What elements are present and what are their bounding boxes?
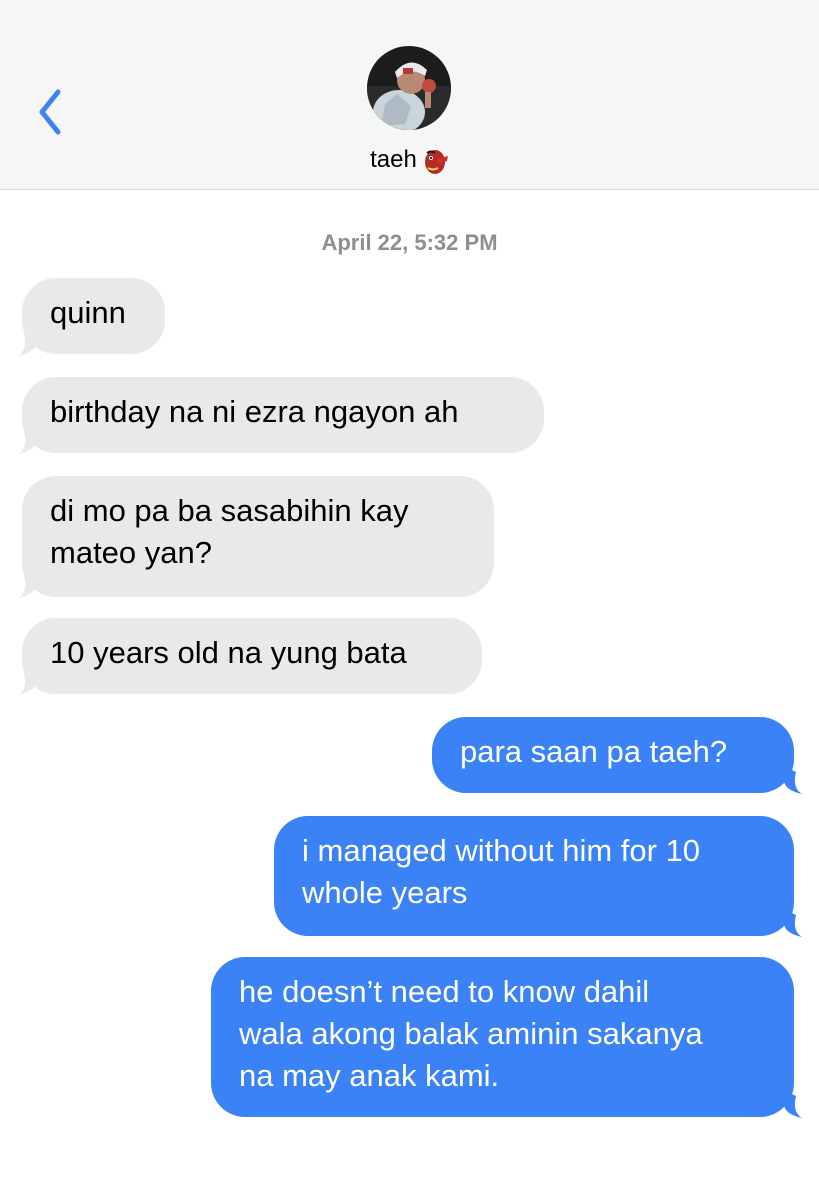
message-line: birthday na ni ezra ngayon ah	[50, 394, 459, 429]
conversation-header: taeh	[0, 0, 819, 190]
message-line: wala akong balak aminin sakanya	[239, 1016, 703, 1051]
message-line: di mo pa ba sasabihin kay	[50, 493, 409, 528]
bubble-tail	[784, 909, 802, 937]
message-line: quinn	[50, 295, 126, 330]
avatar[interactable]	[367, 46, 451, 130]
message-line: para saan pa taeh?	[460, 734, 728, 769]
incoming-message-bubble[interactable]: di mo pa ba sasabihin kay mateo yan?	[22, 476, 494, 597]
chevron-left-icon	[39, 89, 61, 135]
outgoing-message-bubble[interactable]: he doesn’t need to know dahil wala akong…	[211, 957, 794, 1117]
incoming-message-bubble[interactable]: birthday na ni ezra ngayon ah	[22, 377, 544, 453]
avatar-photo	[367, 46, 451, 130]
message-line: whole years	[302, 875, 468, 910]
message-line: 10 years old na yung bata	[50, 635, 407, 670]
bubble-tail	[18, 328, 36, 356]
outgoing-message-bubble[interactable]: i managed without him for 10 whole years	[274, 816, 794, 936]
back-button[interactable]	[30, 84, 70, 140]
outgoing-message-bubble[interactable]: para saan pa taeh?	[432, 717, 794, 793]
incoming-message-bubble[interactable]: quinn	[22, 278, 165, 354]
bubble-tail	[18, 667, 36, 695]
message-line: i managed without him for 10	[302, 833, 701, 868]
contact-name-text: taeh	[370, 146, 417, 173]
bubble-tail	[784, 1090, 802, 1118]
message-line: na may anak kami.	[239, 1058, 500, 1093]
contact-name[interactable]: taeh	[0, 146, 819, 175]
message-line: he doesn’t need to know dahil	[239, 974, 650, 1009]
bubble-tail	[18, 570, 36, 598]
message-line: mateo yan?	[50, 535, 212, 570]
bubble-tail	[784, 766, 802, 794]
message-timestamp: April 22, 5:32 PM	[321, 230, 498, 255]
incoming-message-bubble[interactable]: 10 years old na yung bata	[22, 618, 482, 694]
bubble-tail	[18, 426, 36, 454]
tengu-mask-icon	[423, 147, 449, 175]
